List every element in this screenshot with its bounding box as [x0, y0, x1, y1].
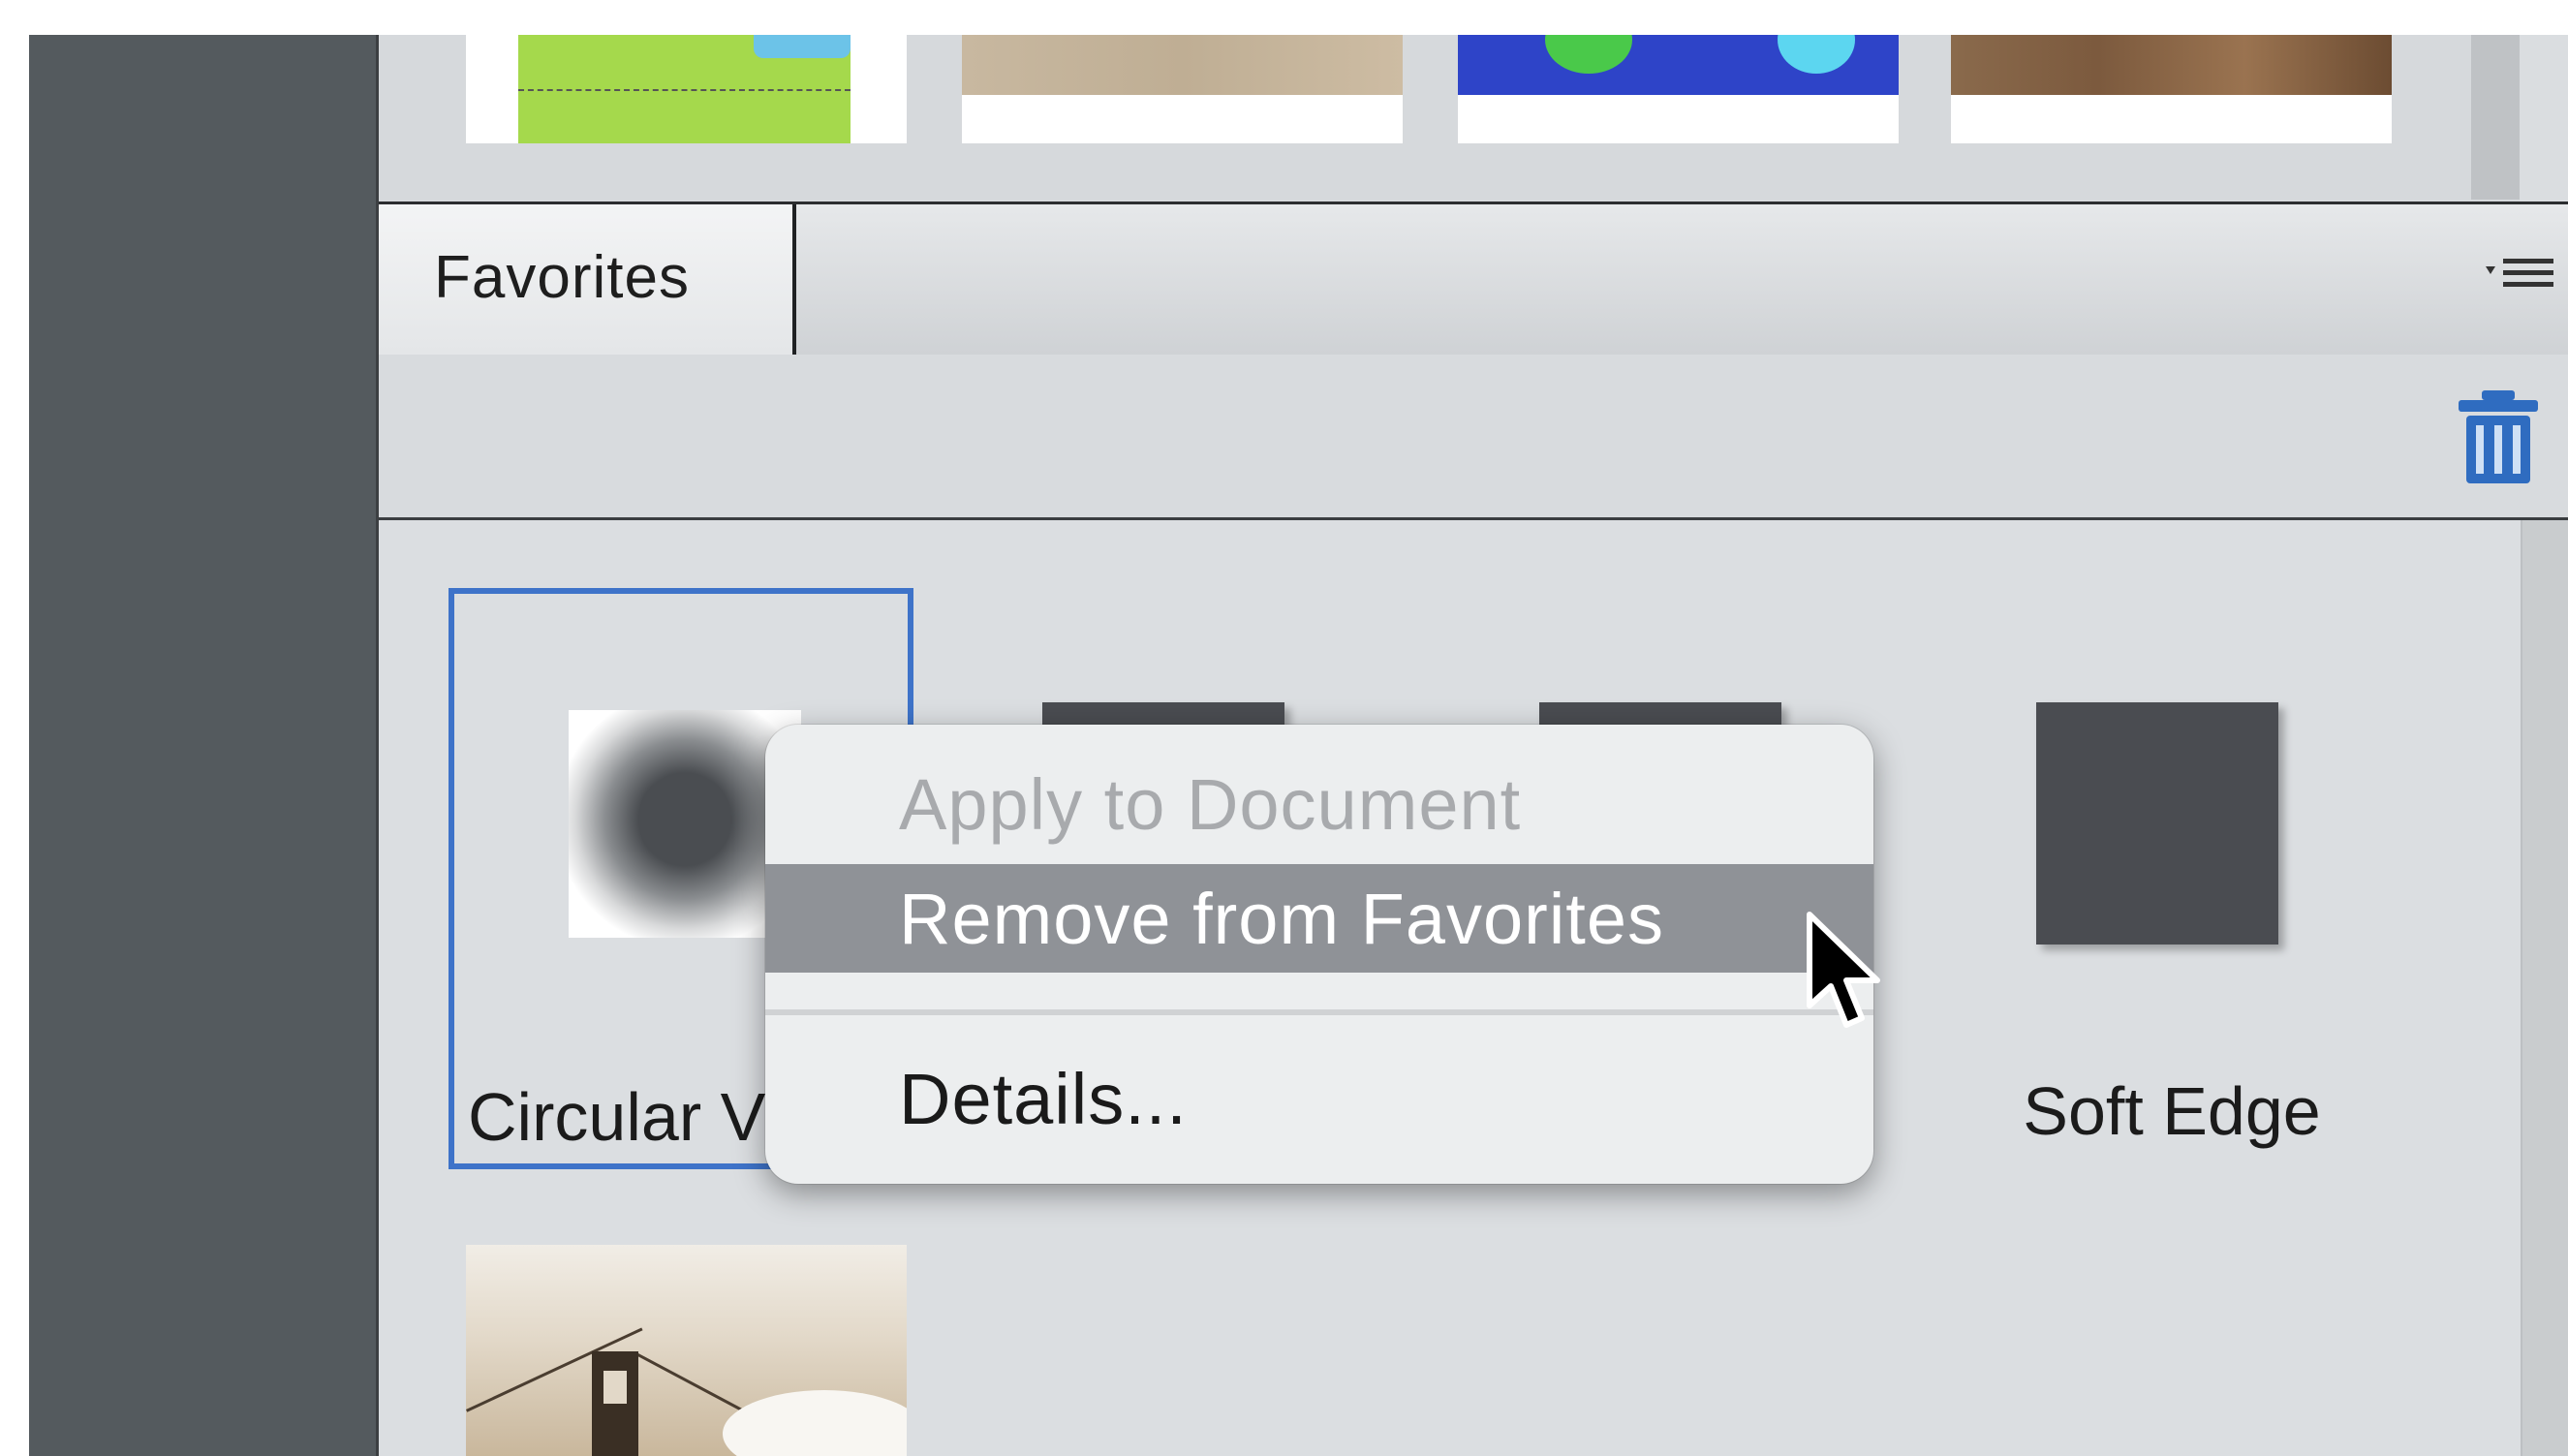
tab-favorites-label: Favorites	[434, 244, 690, 311]
menu-separator	[765, 1009, 1873, 1015]
favorite-item-soft-edge[interactable]: Soft Edge	[1939, 588, 2404, 1169]
context-menu: Apply to Document Remove from Favorites …	[765, 725, 1873, 1184]
panel-tab-bar: Favorites	[379, 201, 2568, 357]
menu-item-remove-from-favorites[interactable]: Remove from Favorites	[765, 864, 1873, 973]
mouse-pointer-icon	[1807, 912, 1880, 1028]
favorite-item-bridge-photo[interactable]	[466, 1245, 907, 1456]
scrollbar[interactable]	[2521, 520, 2568, 1456]
menu-item-apply-to-document: Apply to Document	[899, 764, 1522, 845]
effect-thumbnail-brown[interactable]	[1951, 35, 2392, 143]
panel-toolbar	[379, 355, 2568, 520]
favorite-item-label: Soft Edge	[2023, 1073, 2321, 1149]
effect-thumbnail-green[interactable]	[466, 35, 907, 143]
left-dark-area	[29, 35, 378, 1456]
menu-item-details[interactable]: Details...	[765, 1058, 1873, 1140]
tab-favorites[interactable]: Favorites	[379, 204, 796, 355]
soft-edge-thumbnail	[2036, 702, 2278, 945]
trash-icon[interactable]	[2455, 388, 2542, 485]
scrollbar[interactable]	[2471, 35, 2520, 200]
effect-thumbnail-sepia[interactable]	[962, 35, 1403, 143]
effects-thumbnail-strip	[379, 35, 2520, 201]
effect-thumbnail-blue[interactable]	[1458, 35, 1899, 143]
panel-menu-icon[interactable]	[2482, 251, 2559, 299]
